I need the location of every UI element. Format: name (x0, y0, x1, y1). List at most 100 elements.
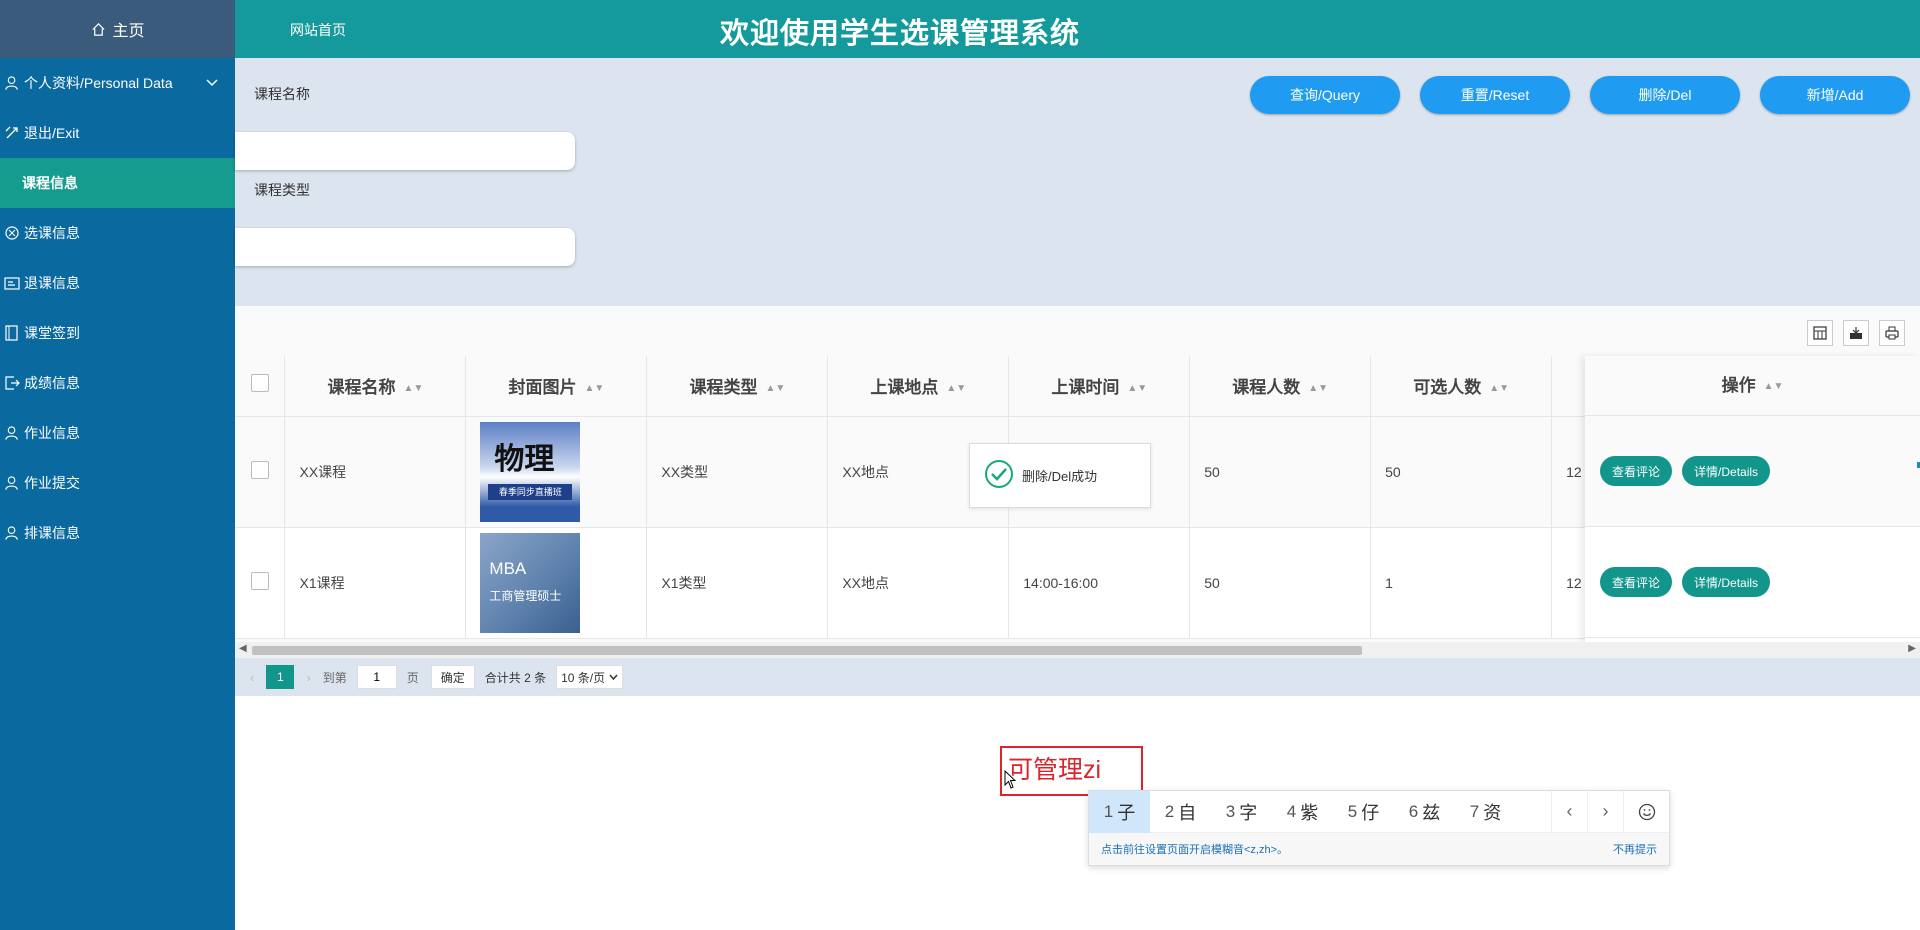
row-checkbox[interactable] (250, 572, 269, 590)
ime-hint-text[interactable]: 点击前往设置页面开启模糊音<z,zh>。 (1101, 841, 1288, 857)
goto-page-input[interactable] (356, 665, 397, 689)
cell-capacity: 50 (1189, 416, 1372, 528)
next-page-icon[interactable]: › (306, 670, 310, 685)
sidebar-item-grades[interactable]: 成绩信息 (0, 358, 235, 408)
sort-icon[interactable]: ▲▼ (765, 383, 785, 394)
ime-candidate-char: 资 (1483, 802, 1502, 823)
course-name-input[interactable] (235, 132, 575, 170)
view-comments-button[interactable]: 查看评论 (1600, 456, 1673, 486)
scroll-left-icon[interactable]: ◀ (239, 643, 247, 654)
site-home-link[interactable]: 网站首页 (290, 20, 346, 40)
cover-subtitle: 工商管理硕士 (489, 588, 562, 603)
sort-icon[interactable]: ▲▼ (1127, 383, 1147, 394)
sidebar-item-personal-data[interactable]: 个人资料/Personal Data (0, 58, 235, 108)
sort-icon[interactable]: ▲▼ (585, 383, 605, 394)
sidebar-item-course-info[interactable]: 课程信息 (0, 158, 235, 208)
column-header-label: 可选人数 (1413, 378, 1482, 398)
sidebar-item-schedule[interactable]: 排课信息 (0, 508, 235, 558)
ops-row: 查看评论 详情/Details (1585, 527, 1920, 638)
course-type-input[interactable] (235, 228, 575, 266)
select-all-checkbox[interactable] (250, 374, 269, 393)
sidebar-item-homework-submit[interactable]: 作业提交 (0, 458, 235, 508)
reset-button[interactable]: 重置/Reset (1420, 76, 1570, 114)
row-select-cell (235, 527, 286, 639)
table-toolbar (1807, 320, 1905, 346)
column-header[interactable]: 可选人数 ▲▼ (1370, 356, 1553, 417)
sort-icon[interactable]: ▲▼ (404, 383, 424, 394)
column-header[interactable]: 封面图片 ▲▼ (465, 356, 648, 417)
current-page[interactable]: 1 (266, 665, 295, 689)
column-header-label: 课程名称 (327, 378, 396, 398)
page-size-value: 10 条/页 (561, 670, 606, 685)
ime-candidate-number: 4 (1286, 801, 1297, 821)
pagination: ‹ 1 › 到第 页 确定 合计共 2 条 10 条/页 (235, 658, 1920, 696)
ime-dismiss-link[interactable]: 不再提示 (1613, 841, 1657, 857)
cover-image[interactable]: MBA 工商管理硕士 (480, 532, 581, 633)
view-comments-button[interactable]: 查看评论 (1600, 567, 1673, 597)
ime-next-icon[interactable]: › (1587, 790, 1623, 833)
success-toast: 删除/Del成功 (969, 443, 1151, 508)
ime-candidate[interactable]: 5仔 (1333, 791, 1394, 833)
cover-image[interactable]: 物理 春季同步直播班 (480, 421, 581, 522)
scrollbar-thumb[interactable] (252, 646, 1362, 655)
details-button[interactable]: 详情/Details (1682, 567, 1771, 597)
sort-icon[interactable]: ▲▼ (1489, 383, 1509, 394)
details-button[interactable]: 详情/Details (1682, 456, 1771, 486)
home-icon (90, 21, 106, 37)
export-icon[interactable] (1843, 320, 1869, 346)
emoji-icon[interactable] (1623, 790, 1669, 833)
sidebar-item-course-drop[interactable]: 退课信息 (0, 258, 235, 308)
sidebar-item-exit[interactable]: 退出/Exit (0, 108, 235, 158)
sort-icon[interactable]: ▲▼ (946, 383, 966, 394)
column-header[interactable]: 上课地点 ▲▼ (827, 356, 1010, 417)
row-checkbox[interactable] (250, 461, 269, 479)
column-header[interactable]: 课程名称 ▲▼ (284, 356, 467, 417)
sort-icon[interactable]: ▲▼ (1764, 357, 1784, 417)
column-header[interactable]: 上课时间 ▲▼ (1008, 356, 1191, 417)
sort-icon[interactable]: ▲▼ (1308, 383, 1328, 394)
page-suffix: 页 (406, 670, 419, 685)
cell-course-type: XX类型 (646, 416, 829, 528)
ops-header[interactable]: 操作 ▲▼ (1585, 356, 1920, 416)
ime-candidate[interactable]: 7资 (1455, 791, 1516, 833)
sidebar-item-label: 课堂签到 (24, 325, 80, 341)
column-header[interactable]: 课程类型 ▲▼ (646, 356, 829, 417)
scroll-right-icon[interactable]: ▶ (1908, 643, 1916, 654)
user-icon (4, 75, 20, 91)
ime-candidate-list: 1子 2自 3字 4紫 5仔 6兹 7资 ‹ › (1089, 790, 1669, 833)
sidebar-item-course-selection[interactable]: 选课信息 (0, 208, 235, 258)
cell-cover: MBA 工商管理硕士 (465, 527, 648, 639)
sidebar-item-label: 选课信息 (24, 225, 80, 241)
page-size-select[interactable]: 10 条/页 (556, 665, 624, 689)
ime-candidate[interactable]: 1子 (1089, 790, 1150, 833)
sidebar-item-label: 课程信息 (22, 175, 78, 191)
cover-title: 物理 (494, 441, 555, 477)
ime-candidate[interactable]: 3字 (1211, 791, 1272, 833)
check-circle-icon (984, 459, 1014, 492)
cell-course-type: X1类型 (646, 527, 829, 639)
prev-page-icon[interactable]: ‹ (250, 670, 254, 685)
print-icon[interactable] (1879, 320, 1905, 346)
ime-candidate[interactable]: 6兹 (1394, 791, 1455, 833)
ime-candidate-number: 6 (1408, 801, 1419, 821)
column-header[interactable]: 课程人数 ▲▼ (1189, 356, 1372, 417)
ime-candidate[interactable]: 2自 (1150, 791, 1211, 833)
ime-candidate-number: 5 (1347, 801, 1358, 821)
horizontal-scrollbar[interactable]: ◀ ▶ (235, 642, 1920, 658)
sidebar-home[interactable]: 主页 (0, 0, 235, 58)
delete-button[interactable]: 删除/Del (1590, 76, 1740, 114)
sidebar-item-label: 成绩信息 (24, 375, 80, 391)
ime-candidate[interactable]: 4紫 (1272, 791, 1333, 833)
goto-confirm-button[interactable]: 确定 (430, 665, 475, 689)
ime-candidate-char: 仔 (1361, 802, 1380, 823)
ime-candidate-number: 2 (1164, 801, 1175, 821)
columns-icon[interactable] (1807, 320, 1833, 346)
ime-candidate-char: 自 (1178, 802, 1197, 823)
ime-prev-icon[interactable]: ‹ (1551, 790, 1587, 833)
sidebar-item-checkin[interactable]: 课堂签到 (0, 308, 235, 358)
sidebar-item-homework[interactable]: 作业信息 (0, 408, 235, 458)
add-button[interactable]: 新增/Add (1760, 76, 1910, 114)
ime-candidate-char: 字 (1239, 802, 1258, 823)
query-button[interactable]: 查询/Query (1250, 76, 1400, 114)
ime-hint-bar: 点击前往设置页面开启模糊音<z,zh>。 不再提示 (1089, 833, 1669, 865)
